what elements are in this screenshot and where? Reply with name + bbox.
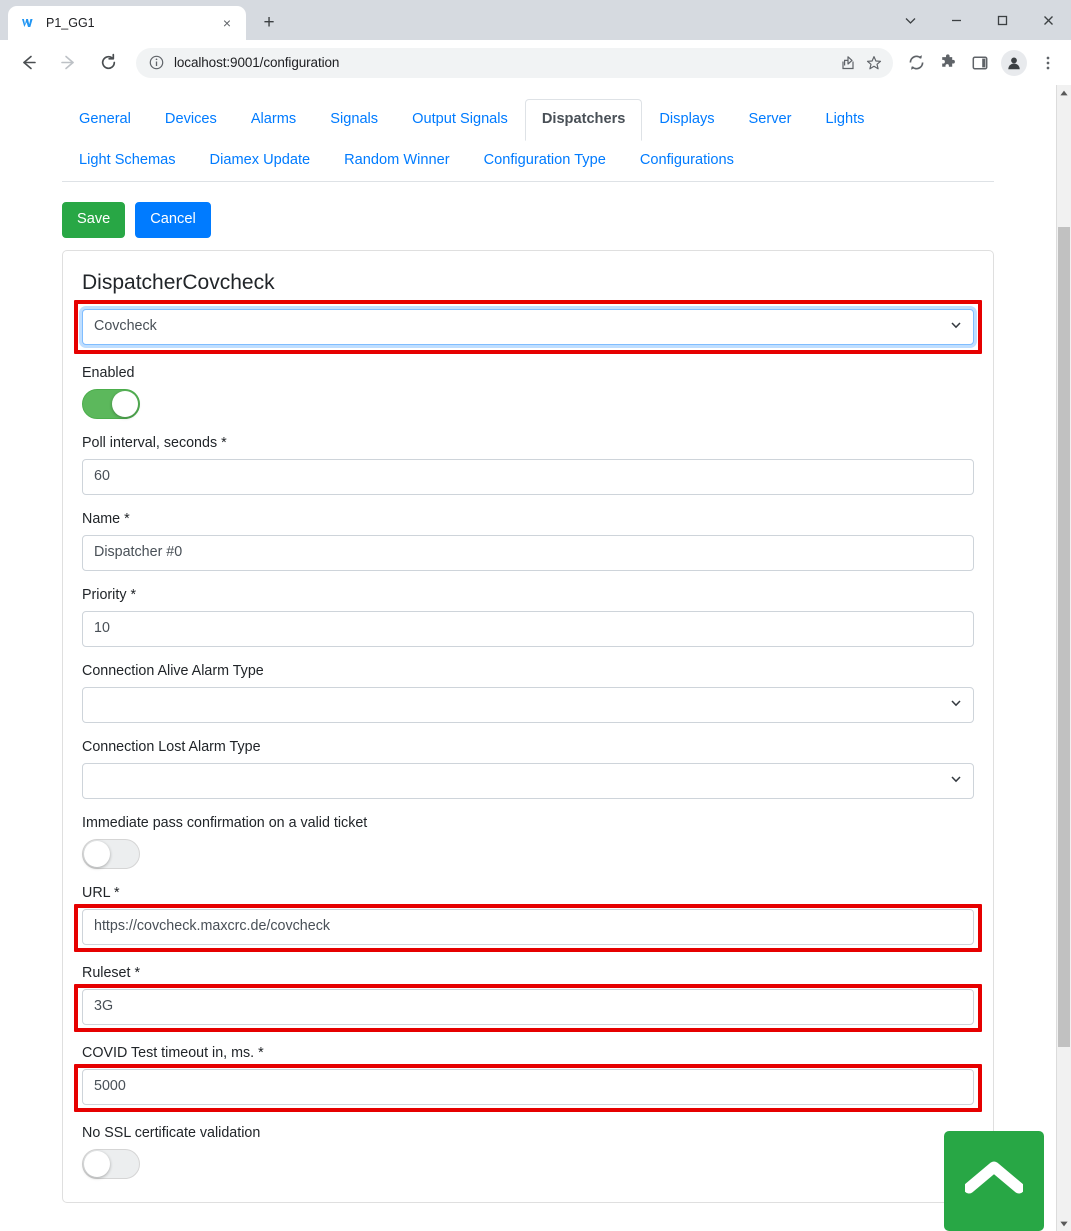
dispatcher-card: DispatcherCovcheck Covcheck Enabled Poll… [62,249,994,1204]
immediate-pass-confirmation-toggle[interactable] [82,838,140,869]
tab-alarms[interactable]: Alarms [234,99,313,141]
tab-configuration-type[interactable]: Configuration Type [467,140,623,182]
scrollbar-thumb[interactable] [1058,227,1070,1047]
covid-test-timeout-input[interactable]: 5000 [82,1069,974,1106]
ruleset-group: Ruleset * 3G [74,963,982,1032]
site-info-icon[interactable] [146,53,166,73]
priority-group: Priority * 10 [82,585,974,647]
form-actions: Save Cancel [62,182,994,250]
connection-alive-alarm-type-select[interactable] [82,686,974,723]
window-controls [887,0,1071,40]
minimize-icon[interactable] [933,4,979,36]
bookmark-star-icon[interactable] [861,50,887,76]
url-label: URL * [82,884,120,901]
page-content: General Devices Alarms Signals Output Si… [0,85,1056,1231]
tab-displays[interactable]: Displays [642,99,731,141]
tab-server[interactable]: Server [732,99,809,141]
toggle-knob [84,1151,110,1178]
tab-signals[interactable]: Signals [313,99,395,141]
configuration-tabs: General Devices Alarms Signals Output Si… [62,85,994,182]
no-ssl-validation-group: No SSL certificate validation [82,1123,974,1180]
tab-configurations[interactable]: Configurations [623,140,751,182]
tab-dispatchers[interactable]: Dispatchers [524,99,643,141]
chevron-down-icon [950,773,962,788]
close-icon[interactable]: × [216,12,238,34]
tab-random-winner[interactable]: Random Winner [327,140,466,182]
side-panel-icon[interactable] [965,48,995,78]
browser-titlebar: P1_GG1 × + [0,0,1071,40]
tab-output-signals[interactable]: Output Signals [395,99,525,141]
w-logo-icon [20,15,36,31]
page-scrollbar[interactable] [1056,85,1071,1231]
profile-icon[interactable] [1001,49,1027,76]
ruleset-label: Ruleset * [82,964,141,981]
no-ssl-validation-label: No SSL certificate validation [82,1125,261,1142]
connection-lost-alarm-type-label: Connection Lost Alarm Type [82,738,261,755]
tab-devices[interactable]: Devices [148,99,234,141]
connection-lost-alarm-type-select[interactable] [82,762,974,799]
no-ssl-validation-toggle[interactable] [82,1149,140,1180]
enabled-toggle[interactable] [82,388,140,419]
enabled-group: Enabled [82,363,974,419]
extensions-icon[interactable] [933,48,963,78]
window-close-icon[interactable] [1025,4,1071,36]
connection-alive-alarm-type-group: Connection Alive Alarm Type [82,661,974,723]
toggle-knob [84,840,110,867]
name-label: Name * [82,510,130,527]
address-bar-actions [835,50,887,76]
sync-icon[interactable] [901,48,931,78]
browser-tab-title: P1_GG1 [46,16,95,30]
tab-diamex-update[interactable]: Diamex Update [193,140,328,182]
toggle-knob [112,390,138,417]
name-input[interactable]: Dispatcher #0 [82,534,974,571]
url-input[interactable]: https://covcheck.maxcrc.de/covcheck [82,908,974,945]
browser-tab[interactable]: P1_GG1 × [8,6,246,40]
ruleset-input[interactable]: 3G [82,989,974,1025]
browser-window: P1_GG1 × + localhost:9001/configuration … [0,0,1071,1231]
forward-icon[interactable] [53,48,83,78]
dispatcher-type-select[interactable]: Covcheck [82,308,974,345]
maximize-icon[interactable] [979,4,1025,36]
chevron-down-icon[interactable] [887,4,933,36]
reload-icon[interactable] [93,48,123,78]
chevron-up-icon [963,1160,1025,1203]
tab-light-schemas[interactable]: Light Schemas [62,140,193,182]
poll-interval-group: Poll interval, seconds * 60 [82,433,974,495]
scroll-to-top-button[interactable] [944,1131,1044,1231]
tab-general[interactable]: General [62,99,148,141]
dispatcher-type-group: Covcheck [74,299,982,354]
page-title: DispatcherCovcheck [82,270,275,294]
chevron-down-icon [950,319,962,334]
cancel-button[interactable]: Cancel [135,201,211,238]
browser-toolbar: localhost:9001/configuration [0,40,1071,85]
covid-test-timeout-label: COVID Test timeout in, ms. * [82,1045,264,1061]
connection-alive-alarm-type-label: Connection Alive Alarm Type [82,662,264,679]
covid-test-timeout-group: COVID Test timeout in, ms. * 5000 [74,1043,982,1113]
dispatcher-type-value: Covcheck [94,318,157,335]
scroll-down-arrow-icon[interactable] [1057,1216,1071,1231]
save-button[interactable]: Save [62,201,126,238]
scroll-up-arrow-icon[interactable] [1057,85,1071,100]
poll-interval-label: Poll interval, seconds * [82,434,227,451]
connection-lost-alarm-type-group: Connection Lost Alarm Type [82,737,974,799]
chevron-down-icon [950,697,962,712]
address-bar[interactable]: localhost:9001/configuration [136,47,893,78]
priority-label: Priority * [82,586,137,603]
share-icon[interactable] [835,50,861,76]
enabled-label: Enabled [82,364,135,381]
immediate-pass-confirmation-group: Immediate pass confirmation on a valid t… [82,813,974,869]
address-bar-url: localhost:9001/configuration [174,55,340,70]
menu-icon[interactable] [1033,48,1063,78]
back-icon[interactable] [13,48,43,78]
immediate-pass-confirmation-label: Immediate pass confirmation on a valid t… [82,814,368,831]
poll-interval-input[interactable]: 60 [82,458,974,495]
url-group: URL * https://covcheck.maxcrc.de/covchec… [74,883,982,952]
page-viewport: General Devices Alarms Signals Output Si… [0,85,1071,1231]
tab-lights[interactable]: Lights [809,99,882,141]
priority-input[interactable]: 10 [82,610,974,647]
new-tab-button[interactable]: + [254,8,284,38]
name-group: Name * Dispatcher #0 [82,509,974,571]
